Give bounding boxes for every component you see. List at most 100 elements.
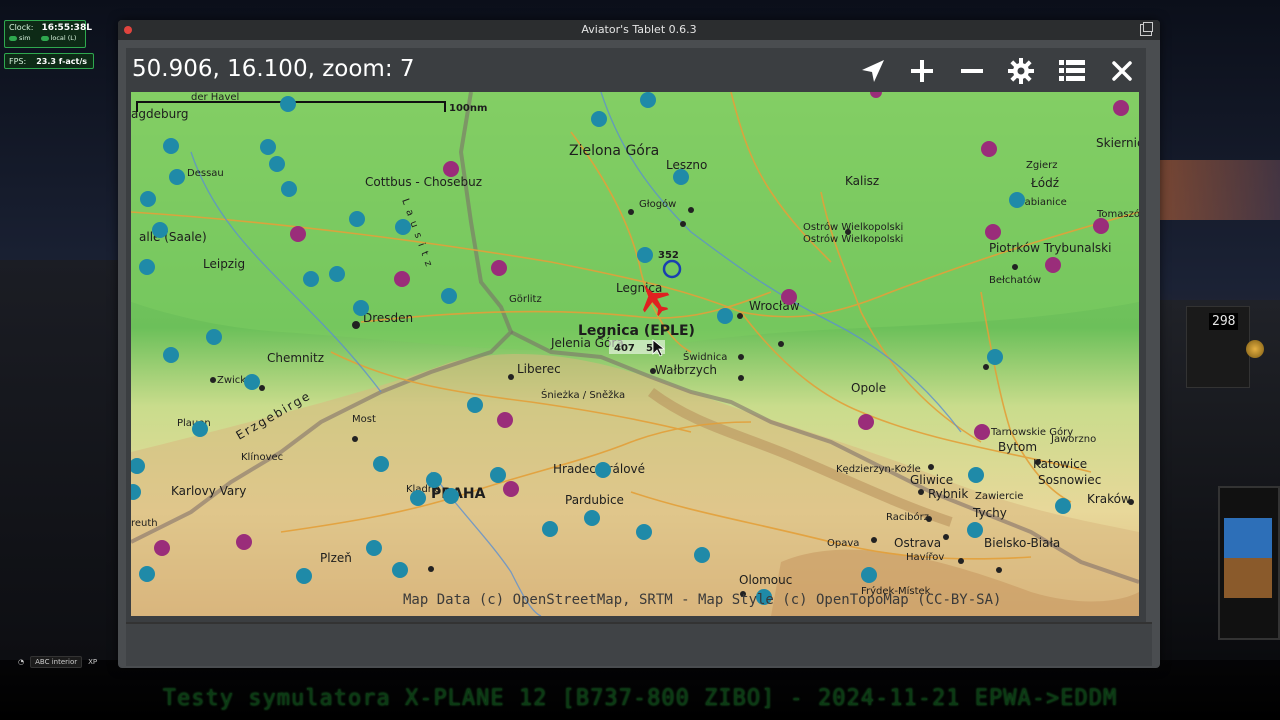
clock-overlay: Clock: 16:55:38L sim local (L)	[4, 20, 92, 48]
close-button[interactable]	[1105, 54, 1139, 88]
city-label: reuth	[131, 518, 158, 529]
airport-label: Legnica (EPLE)	[578, 323, 695, 339]
city-label: Ostrava	[894, 536, 941, 550]
city-label: Piotrków Trybunalski	[989, 241, 1111, 255]
city-label: Görlitz	[509, 294, 542, 305]
list-button[interactable]	[1055, 54, 1089, 88]
gauge-icon: ◔	[18, 658, 25, 666]
city-label: Gliwice	[910, 473, 953, 487]
lowland-area	[131, 92, 1139, 351]
course-display-panel: 298	[1186, 306, 1250, 388]
city-label: Kędzierzyn-Koźle	[836, 463, 921, 475]
zoom-in-button[interactable]	[905, 54, 939, 88]
city-label: Kraków	[1087, 492, 1131, 506]
locate-icon	[862, 60, 884, 82]
sim-bottom-strip: ◔ ABC interior XP	[18, 656, 97, 668]
city-label: Chemnitz	[267, 351, 324, 365]
toggle-icon	[9, 35, 17, 41]
city-label: Ostrów Wielkopolski	[803, 233, 903, 245]
city-label: Pabianice	[1019, 197, 1067, 208]
fps-value: 23.3 f-act/s	[36, 56, 88, 66]
city-label: Pardubice	[565, 493, 624, 507]
navaid-label: 352	[658, 250, 679, 261]
map-canvas: 100nm agdeburg der Havel Dessau alle (Sa…	[131, 92, 1139, 616]
fps-overlay: FPS: 23.3 f-act/s	[4, 53, 94, 69]
city-label: Tychy	[972, 506, 1007, 520]
city-label: Zielona Góra	[569, 143, 659, 159]
city-label: Katowice	[1033, 457, 1087, 471]
city-label: Świdnica	[683, 350, 727, 363]
settings-button[interactable]	[1004, 54, 1038, 88]
clock-local-toggle[interactable]: local (L)	[40, 34, 76, 42]
city-label: Ostrów Wielkopolski	[803, 221, 903, 233]
video-subtitle: Testy symulatora X-PLANE 12 [B737-800 ZI…	[162, 686, 1118, 711]
locate-button[interactable]	[856, 54, 890, 88]
topo-map[interactable]: 100nm agdeburg der Havel Dessau alle (Sa…	[131, 92, 1139, 616]
city-label: agdeburg	[131, 107, 189, 121]
window-title: Aviator's Tablet 0.6.3	[581, 23, 697, 36]
toggle-icon	[40, 35, 49, 41]
map-attribution: Map Data (c) OpenStreetMap, SRTM - Map S…	[403, 592, 1001, 608]
city-label: Śnieżka / Sněžka	[541, 388, 625, 401]
primary-flight-display	[1218, 486, 1280, 640]
city-label: Opole	[851, 381, 886, 395]
popout-icon[interactable]	[1140, 22, 1153, 36]
city-label: Olomouc	[739, 573, 792, 587]
course-knob[interactable]	[1246, 340, 1264, 358]
city-label: Opava	[827, 538, 859, 549]
xp-label: XP	[88, 658, 98, 666]
airport-runway: 5	[646, 343, 653, 354]
course-value: 298	[1209, 313, 1239, 330]
cockpit-left-panel	[0, 260, 120, 660]
sky-background	[1160, 160, 1280, 220]
city-label: Rybnik	[928, 487, 968, 501]
list-icon	[1059, 60, 1085, 81]
attitude-sky	[1224, 518, 1272, 558]
city-label: Łódź	[1030, 176, 1059, 190]
city-label: Plzeň	[320, 551, 352, 565]
tablet-screen: 50.906, 16.100, zoom: 7 100nm agdeburg d…	[126, 48, 1146, 622]
map-coordinates: 50.906, 16.100, zoom: 7	[132, 56, 415, 82]
city-label: Klínovec	[241, 451, 283, 463]
attitude-ground	[1224, 558, 1272, 598]
airport-elevation: 407	[614, 343, 635, 354]
clock-label: Clock:	[9, 23, 34, 32]
city-label: Zawiercie	[975, 491, 1023, 502]
city-label: Jaworzno	[1050, 434, 1096, 445]
city-label: Sosnowiec	[1038, 473, 1101, 487]
window-titlebar[interactable]: Aviator's Tablet 0.6.3	[118, 20, 1160, 40]
clock-sim-toggle[interactable]: sim	[9, 34, 31, 42]
city-label: Legnica	[616, 281, 662, 295]
clock-value: 16:55:38L	[41, 23, 92, 33]
map-toolbar: 50.906, 16.100, zoom: 7	[126, 48, 1146, 94]
city-label: Dessau	[187, 168, 224, 179]
fps-label: FPS:	[9, 56, 27, 66]
zoom-out-button[interactable]	[955, 54, 989, 88]
interior-view-label[interactable]: ABC interior	[30, 656, 83, 668]
city-label: Leszno	[666, 158, 707, 172]
city-label: Bielsko-Biała	[984, 536, 1060, 550]
city-label: Havířov	[906, 551, 944, 563]
city-label: alle (Saale)	[139, 230, 207, 244]
city-label: Bytom	[998, 440, 1037, 454]
scale-label: 100nm	[449, 103, 487, 114]
city-label: Racibórz	[886, 511, 929, 523]
city-label: Liberec	[517, 362, 561, 376]
city-label: Cottbus - Chosebuz	[365, 175, 482, 189]
city-label: Głogów	[639, 198, 676, 210]
zoom-in-icon	[911, 60, 933, 82]
city-label: Dresden	[363, 311, 413, 325]
city-label: Zgierz	[1026, 160, 1058, 171]
city-label: Leipzig	[203, 257, 245, 271]
city-label: Karlovy Vary	[171, 484, 246, 498]
city-label: Bełchatów	[989, 274, 1041, 286]
city-label: der Havel	[191, 92, 239, 103]
close-icon	[1112, 61, 1132, 81]
settings-icon	[1008, 58, 1034, 84]
city-label: Kalisz	[845, 174, 879, 188]
aviators-tablet-window: Aviator's Tablet 0.6.3 50.906, 16.100, z…	[118, 20, 1160, 668]
city-label: Wałbrzych	[655, 363, 717, 377]
window-footer	[126, 622, 1152, 666]
zoom-out-icon	[961, 69, 983, 73]
city-label: Most	[352, 414, 376, 425]
